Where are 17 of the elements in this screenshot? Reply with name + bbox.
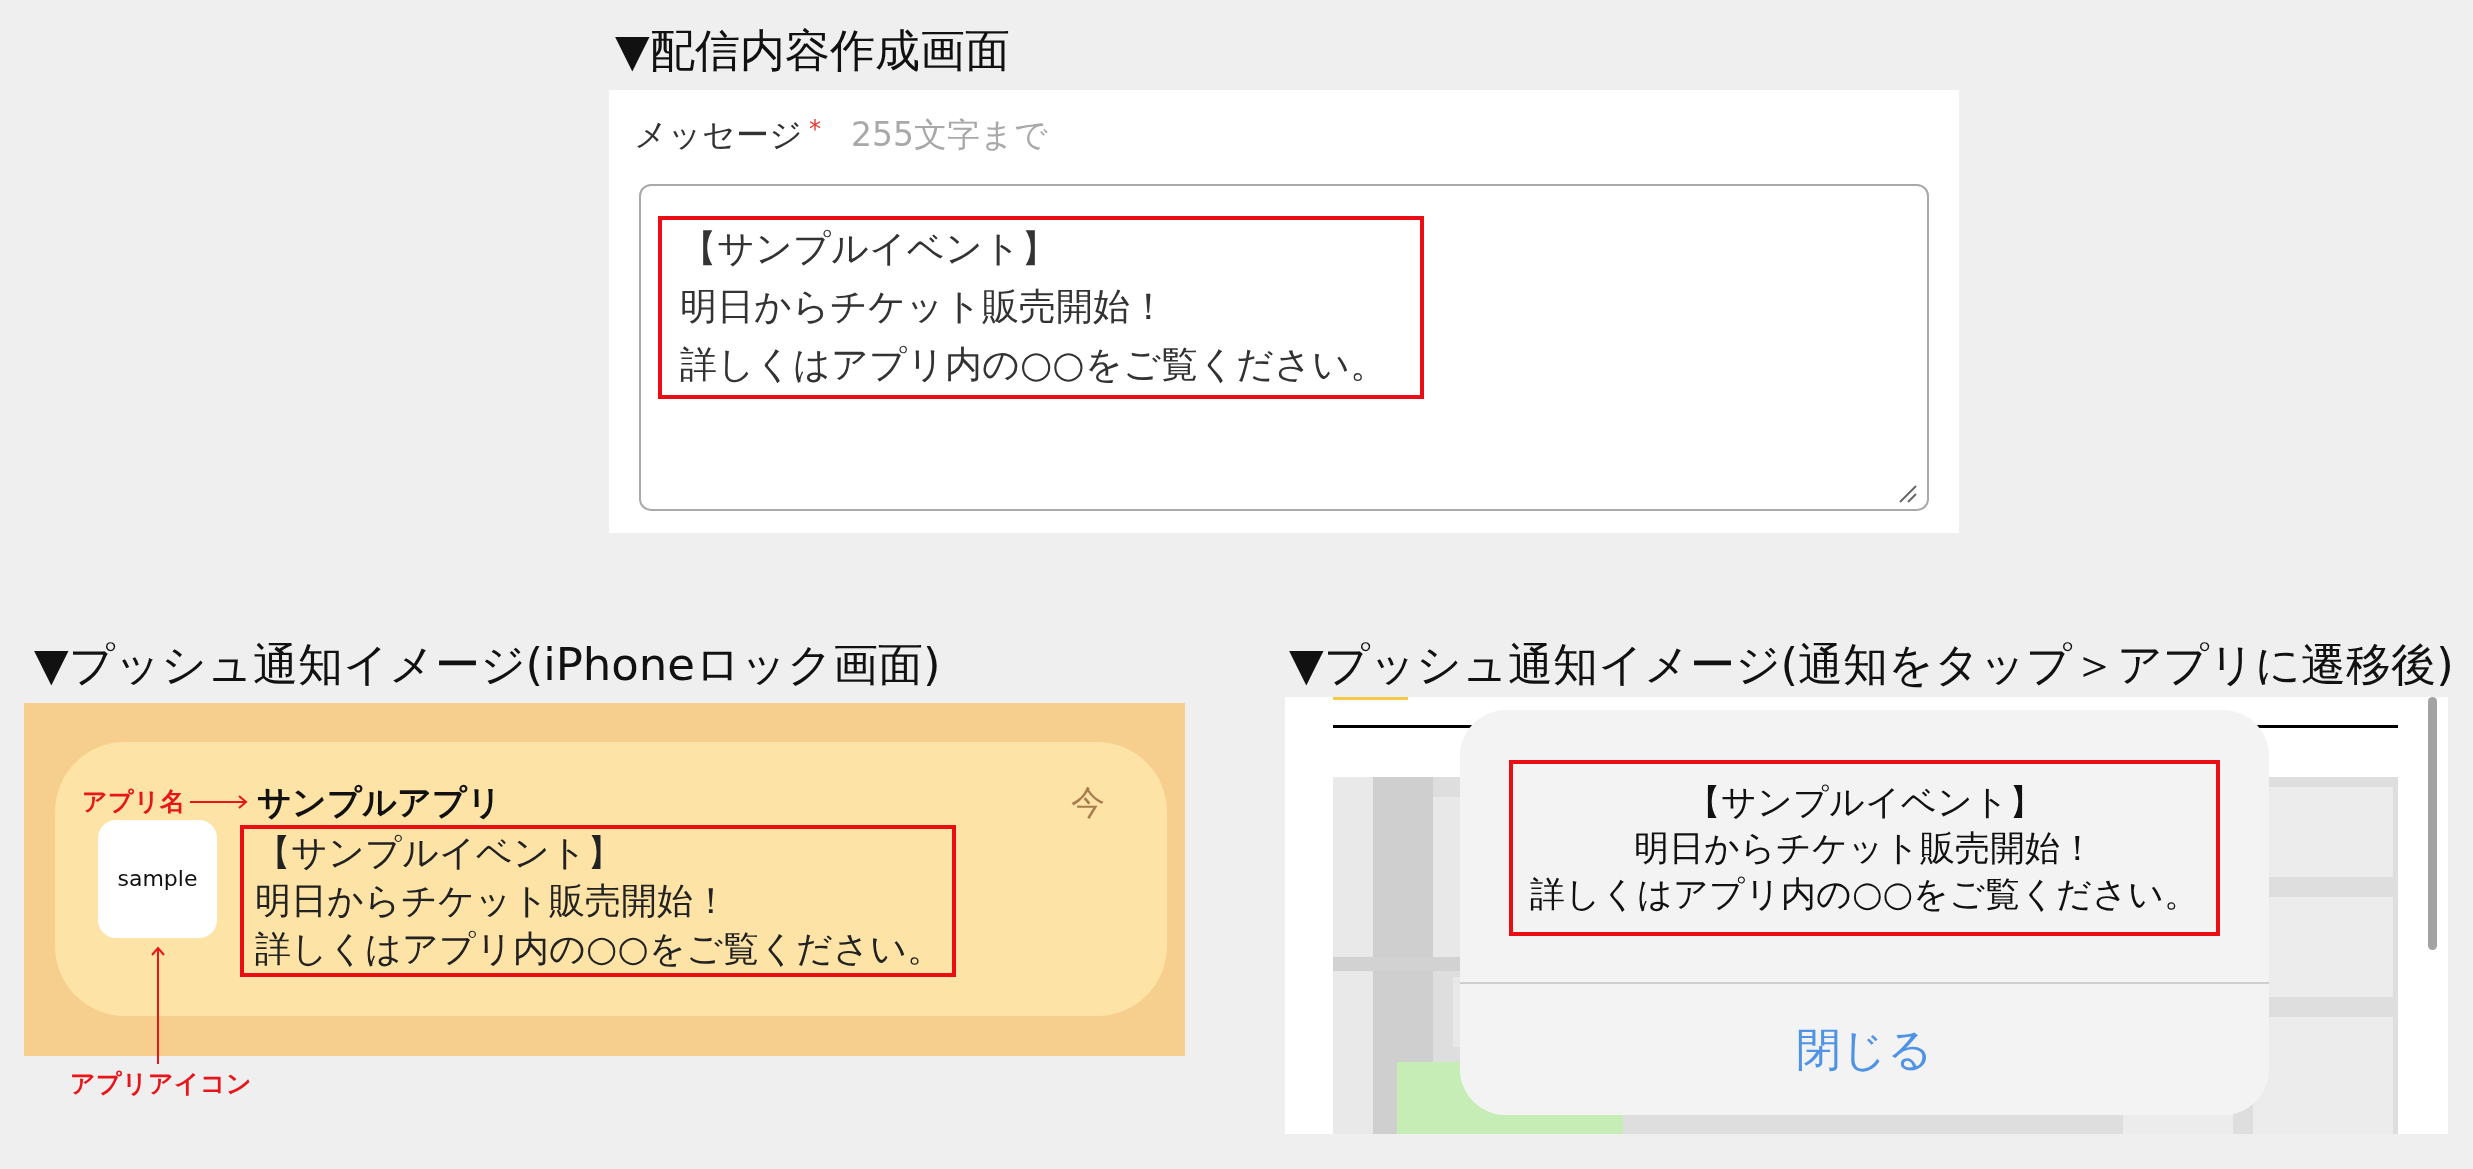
app-name: サンプルアプリ [257,784,502,820]
section-title: ▼プッシュ通知イメージ(通知をタップ＞アプリに遷移後) [1288,637,2454,693]
field-label: メッセージ [634,115,803,155]
app-icon-label: sample [117,866,198,892]
annotation-label: アプリ名 [82,786,185,818]
section-title: ▼プッシュ通知イメージ(iPhoneロック画面) [33,637,941,693]
annotation-label: アプリアイコン [70,1069,252,1098]
resize-grip-icon [1897,483,1917,503]
message-field[interactable]: 【サンプルイベント】 明日からチケット販売開始！ 詳しくはアプリ内の○○をご覧ください。 [639,184,1929,511]
annotation-arrow [190,795,248,809]
section-title: ▼配信内容作成画面 [614,23,1010,79]
timestamp: 今 [1071,784,1105,820]
alert-message: 【サンプルイベント】 明日からチケット販売開始！ 詳しくはアプリ内の○○をご覧ください。 [1529,781,2200,916]
character-limit-hint: 255文字まで [851,115,1048,155]
required-mark: * [809,115,821,143]
notification-message: 【サンプルイベント】 明日からチケット販売開始！ 詳しくはアプリ内の○○をご覧ください。 [255,831,943,971]
message-text: 【サンプルイベント】 明日からチケット販売開始！ 詳しくはアプリ内の○○をご覧ください。 [680,226,1387,388]
